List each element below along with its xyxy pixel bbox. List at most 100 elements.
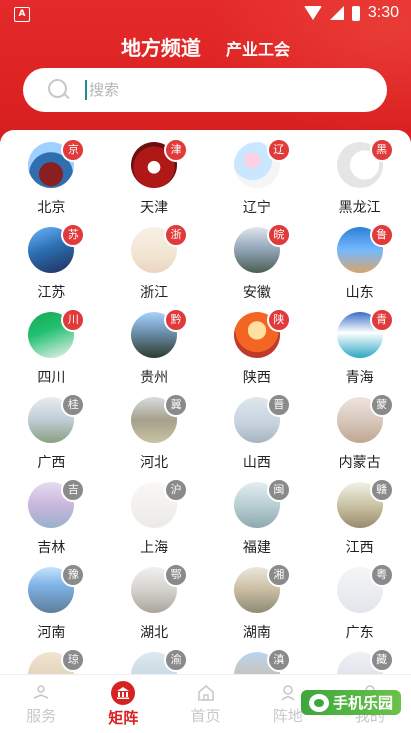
city-item[interactable]: 桂广西 — [0, 393, 103, 482]
city-item[interactable]: 渝 — [103, 648, 206, 674]
city-name: 安徽 — [242, 285, 271, 301]
app-notification-icon: A — [14, 7, 30, 22]
nav-item-service[interactable]: 服务 — [0, 675, 82, 733]
city-item[interactable]: 青青海 — [308, 308, 411, 397]
matrix-icon — [111, 680, 136, 705]
city-avatar: 鄂 — [131, 563, 189, 613]
home-icon — [196, 683, 216, 703]
city-avatar: 渝 — [131, 648, 189, 674]
city-name: 内蒙古 — [338, 455, 381, 471]
city-avatar: 黔 — [131, 308, 189, 358]
province-badge: 陕 — [266, 308, 291, 332]
city-name: 陕西 — [242, 370, 271, 386]
city-name: 河南 — [37, 625, 66, 641]
city-item[interactable]: 冀河北 — [103, 393, 206, 482]
status-bar: A 3:30 — [0, 0, 411, 28]
city-item[interactable]: 陕陕西 — [206, 308, 309, 397]
city-avatar: 藏 — [336, 648, 394, 674]
city-item[interactable]: 沪上海 — [103, 478, 206, 567]
city-item[interactable]: 蒙内蒙古 — [308, 393, 411, 482]
city-name: 江西 — [345, 540, 374, 556]
city-avatar: 津 — [131, 138, 189, 188]
province-badge: 皖 — [266, 223, 291, 247]
city-avatar: 鲁 — [336, 223, 394, 273]
city-name: 浙江 — [140, 285, 169, 301]
city-item[interactable]: 皖安徽 — [206, 223, 309, 312]
province-badge: 辽 — [266, 138, 291, 162]
province-badge: 赣 — [369, 478, 394, 502]
city-avatar: 湘 — [233, 563, 291, 613]
province-badge: 鲁 — [369, 223, 394, 247]
nav-label: 服务 — [26, 706, 57, 725]
city-item[interactable]: 辽辽宁 — [206, 138, 309, 227]
city-item[interactable]: 滇 — [206, 648, 309, 674]
page-title[interactable]: 地方频道 — [121, 36, 201, 60]
city-avatar: 琼 — [28, 648, 86, 674]
service-icon — [31, 683, 51, 703]
province-badge: 晋 — [266, 393, 291, 417]
city-name: 山东 — [345, 285, 374, 301]
province-badge: 湘 — [266, 563, 291, 587]
city-item[interactable]: 川四川 — [0, 308, 103, 397]
province-badge: 津 — [164, 138, 189, 162]
city-avatar: 辽 — [233, 138, 291, 188]
city-list-panel[interactable]: 京北京津天津辽辽宁黑黑龙江苏江苏浙浙江皖安徽鲁山东川四川黔贵州陕陕西青青海桂广西… — [0, 130, 411, 674]
city-name: 四川 — [37, 370, 66, 386]
city-item[interactable]: 鲁山东 — [308, 223, 411, 312]
province-badge: 琼 — [61, 648, 86, 672]
city-avatar: 陕 — [233, 308, 291, 358]
status-time: 3:30 — [367, 4, 399, 21]
city-item[interactable]: 赣江西 — [308, 478, 411, 567]
city-name: 北京 — [37, 200, 66, 216]
tab-industry-union[interactable]: 产业工会 — [226, 40, 290, 59]
city-item[interactable]: 黔贵州 — [103, 308, 206, 397]
nav-item-home[interactable]: 首页 — [164, 675, 246, 733]
city-item[interactable]: 京北京 — [0, 138, 103, 227]
city-item[interactable]: 吉吉林 — [0, 478, 103, 567]
city-name: 天津 — [140, 200, 169, 216]
province-badge: 京 — [61, 138, 86, 162]
search-icon — [47, 78, 71, 102]
city-item[interactable]: 闽福建 — [206, 478, 309, 567]
city-avatar: 闽 — [233, 478, 291, 528]
city-item[interactable]: 豫河南 — [0, 563, 103, 652]
city-item[interactable]: 鄂湖北 — [103, 563, 206, 652]
search-input[interactable] — [85, 80, 351, 100]
nav-item-matrix[interactable]: 矩阵 — [82, 675, 164, 733]
province-badge: 闽 — [266, 478, 291, 502]
city-item[interactable]: 浙浙江 — [103, 223, 206, 312]
nav-label: 矩阵 — [108, 708, 139, 727]
watermark-icon — [308, 693, 329, 712]
city-item[interactable]: 湘湖南 — [206, 563, 309, 652]
city-avatar: 冀 — [131, 393, 189, 443]
city-item[interactable]: 藏 — [308, 648, 411, 674]
search-bar[interactable] — [23, 68, 387, 112]
city-item[interactable]: 黑黑龙江 — [308, 138, 411, 227]
nav-label: 阵地 — [272, 706, 303, 725]
province-badge: 滇 — [266, 648, 291, 672]
city-avatar: 皖 — [233, 223, 291, 273]
city-avatar: 蒙 — [336, 393, 394, 443]
province-badge: 青 — [369, 308, 394, 332]
province-badge: 豫 — [61, 563, 86, 587]
city-name: 江苏 — [37, 285, 66, 301]
city-name: 广东 — [345, 625, 374, 641]
city-item[interactable]: 津天津 — [103, 138, 206, 227]
city-name: 湖北 — [140, 625, 169, 641]
city-avatar: 浙 — [131, 223, 189, 273]
city-avatar: 滇 — [233, 648, 291, 674]
province-badge: 鄂 — [164, 563, 189, 587]
province-badge: 冀 — [164, 393, 189, 417]
city-avatar: 黑 — [336, 138, 394, 188]
city-avatar: 苏 — [28, 223, 86, 273]
city-item[interactable]: 琼 — [0, 648, 103, 674]
province-badge: 渝 — [164, 648, 189, 672]
city-avatar: 桂 — [28, 393, 86, 443]
province-badge: 苏 — [61, 223, 86, 247]
city-item[interactable]: 晋山西 — [206, 393, 309, 482]
city-item[interactable]: 粤广东 — [308, 563, 411, 652]
province-badge: 吉 — [61, 478, 86, 502]
city-name: 山西 — [242, 455, 271, 471]
province-badge: 粤 — [369, 563, 394, 587]
city-item[interactable]: 苏江苏 — [0, 223, 103, 312]
